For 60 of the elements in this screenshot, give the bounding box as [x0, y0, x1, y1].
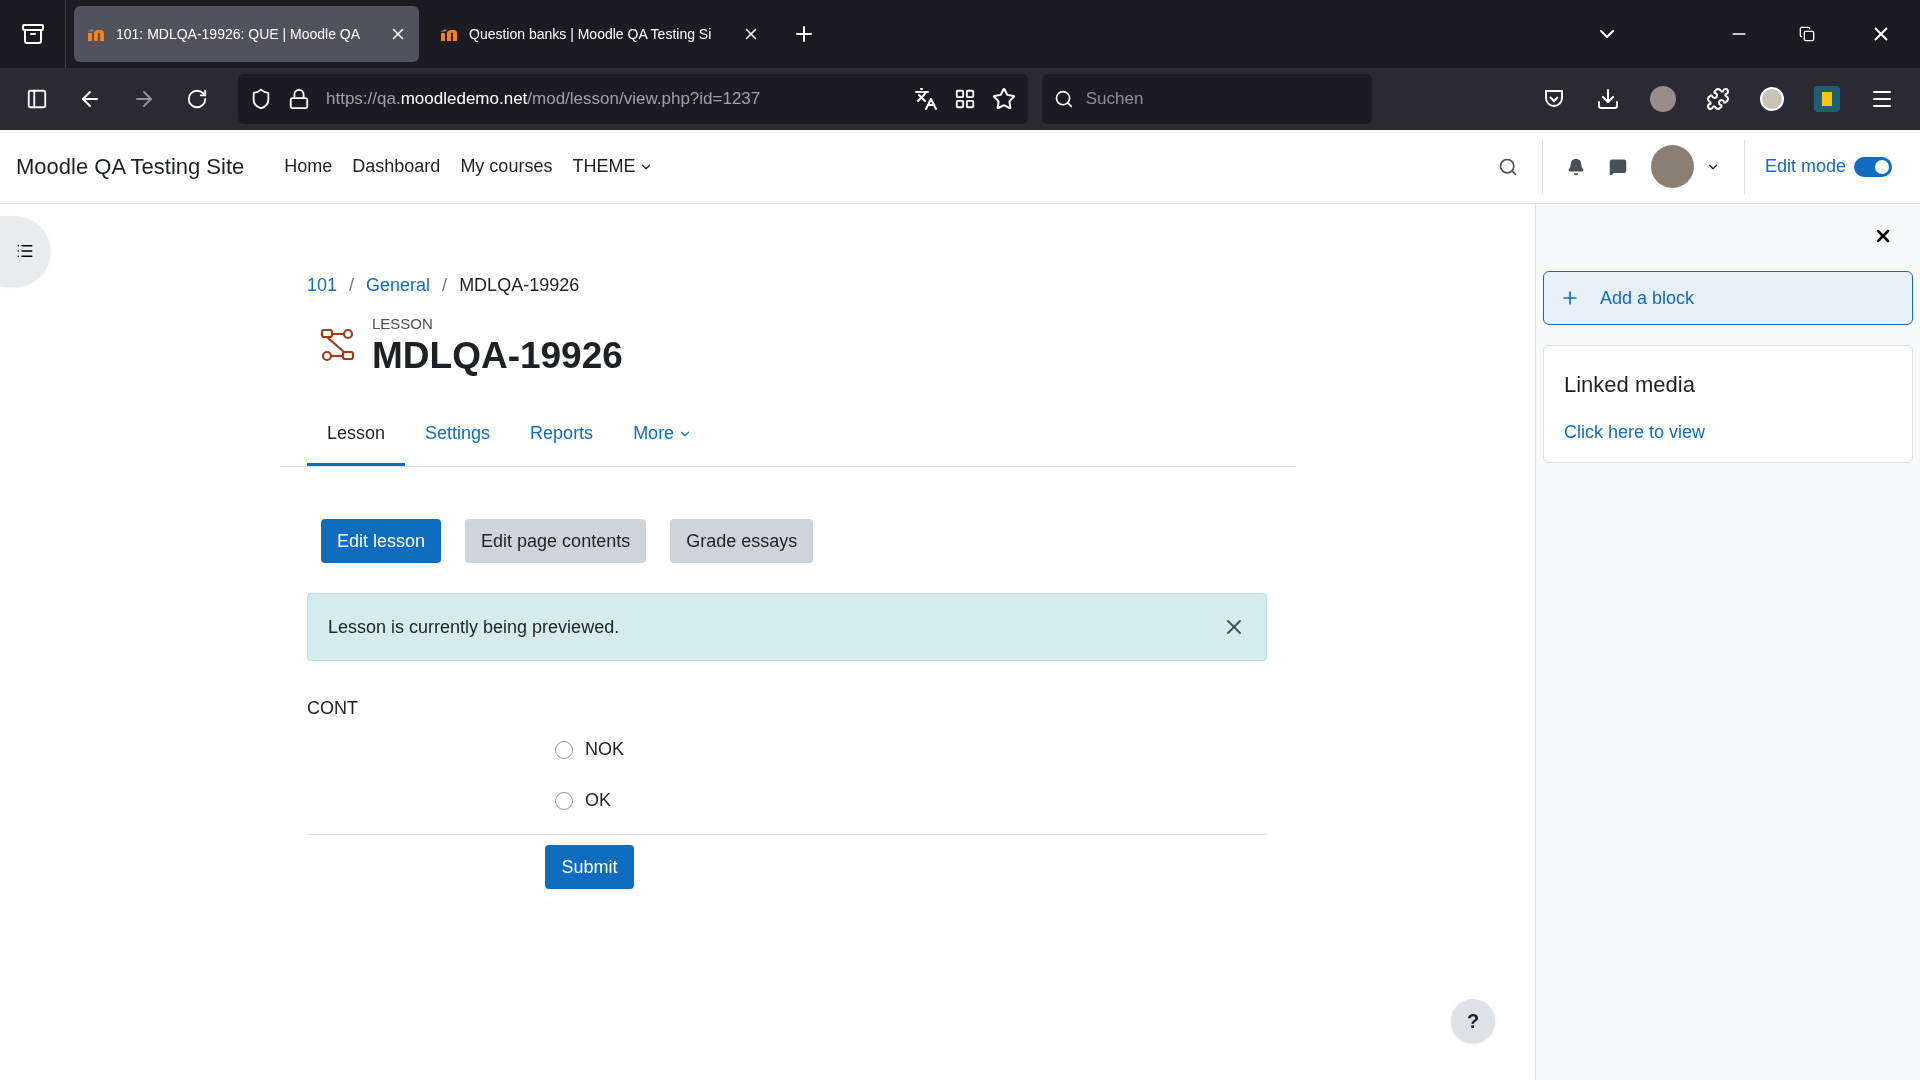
breadcrumb-current: MDLQA-19926: [459, 274, 580, 297]
help-button[interactable]: ?: [1451, 999, 1495, 1043]
nav-link[interactable]: Home: [284, 153, 333, 180]
list-icon: [16, 242, 34, 260]
profile-avatar[interactable]: [1650, 86, 1676, 112]
nav-tab[interactable]: More: [613, 404, 713, 467]
search-bar[interactable]: Suchen: [1042, 74, 1372, 124]
extension-flag-icon[interactable]: [1814, 86, 1840, 112]
breadcrumb-link[interactable]: General: [366, 272, 431, 299]
nav-link[interactable]: Dashboard: [352, 153, 441, 180]
add-block-button[interactable]: Add a block: [1543, 271, 1913, 325]
user-avatar[interactable]: [1650, 145, 1694, 188]
messages-icon[interactable]: [1608, 157, 1627, 176]
restore-icon[interactable]: [1799, 26, 1815, 42]
lesson-icon: [320, 326, 356, 363]
breadcrumb-link[interactable]: 101: [307, 272, 338, 299]
download-icon[interactable]: [1596, 87, 1620, 111]
action-button[interactable]: Grade essays: [670, 519, 814, 564]
tab-title: 101: MDLQA-19926: QUE | Moodle QA: [116, 24, 362, 44]
sidebar-icon[interactable]: [26, 88, 48, 110]
nav-link[interactable]: My courses: [460, 153, 553, 180]
submit-button[interactable]: Submit: [545, 845, 634, 890]
nav-tab[interactable]: Settings: [405, 404, 511, 467]
nav-tab[interactable]: Reports: [510, 404, 614, 467]
nav-link[interactable]: THEME: [572, 153, 654, 180]
action-button[interactable]: Edit lesson: [321, 519, 442, 564]
browser-tab[interactable]: Question banks | Moodle QA Testing Si: [427, 6, 772, 62]
breadcrumb-separator: /: [441, 274, 449, 297]
question-title: CONT: [307, 697, 359, 721]
nav-tab[interactable]: Lesson: [307, 404, 406, 467]
alert-text: Lesson is currently being previewed.: [328, 615, 621, 639]
site-name[interactable]: Moodle QA Testing Site: [16, 150, 245, 183]
tab-list-icon[interactable]: [20, 22, 45, 46]
block-title: Linked media: [1564, 371, 1696, 399]
page-title: MDLQA-19926: [372, 335, 623, 377]
shield-icon[interactable]: [250, 88, 272, 110]
translate-icon[interactable]: [914, 87, 938, 111]
address-bar[interactable]: https://qa.moodledemo.net/mod/lesson/view.php?id=1237: [238, 74, 1028, 124]
activity-type-label: LESSON: [372, 314, 434, 334]
notification-bell-icon[interactable]: [1566, 157, 1585, 176]
action-button[interactable]: Edit page contents: [465, 519, 647, 564]
view-link[interactable]: Click here to view: [1564, 419, 1892, 446]
lock-icon[interactable]: [288, 88, 310, 110]
browser-tab[interactable]: 101: MDLQA-19926: QUE | Moodle QA: [74, 6, 419, 62]
bookmark-star-icon[interactable]: [992, 87, 1016, 111]
search-icon[interactable]: [1497, 156, 1518, 177]
option-label: OK: [585, 789, 611, 813]
option-label: NOK: [585, 738, 624, 762]
url-text: https://qa.moodledemo.net/mod/lesson/view.php?id=1237: [326, 88, 762, 111]
course-index-toggle[interactable]: [0, 216, 50, 286]
reload-icon[interactable]: [186, 88, 208, 110]
grid-icon[interactable]: [954, 88, 976, 110]
breadcrumb-separator: /: [348, 274, 356, 297]
edit-mode-switch[interactable]: [1854, 156, 1892, 177]
search-icon: [1054, 88, 1074, 110]
search-input[interactable]: Suchen: [1085, 86, 1360, 112]
extension-globe-icon[interactable]: [1760, 87, 1784, 111]
extensions-icon[interactable]: [1706, 87, 1730, 111]
edit-mode-label: Edit mode: [1764, 155, 1846, 178]
tab-title: Question banks | Moodle QA Testing Si: [469, 24, 713, 44]
